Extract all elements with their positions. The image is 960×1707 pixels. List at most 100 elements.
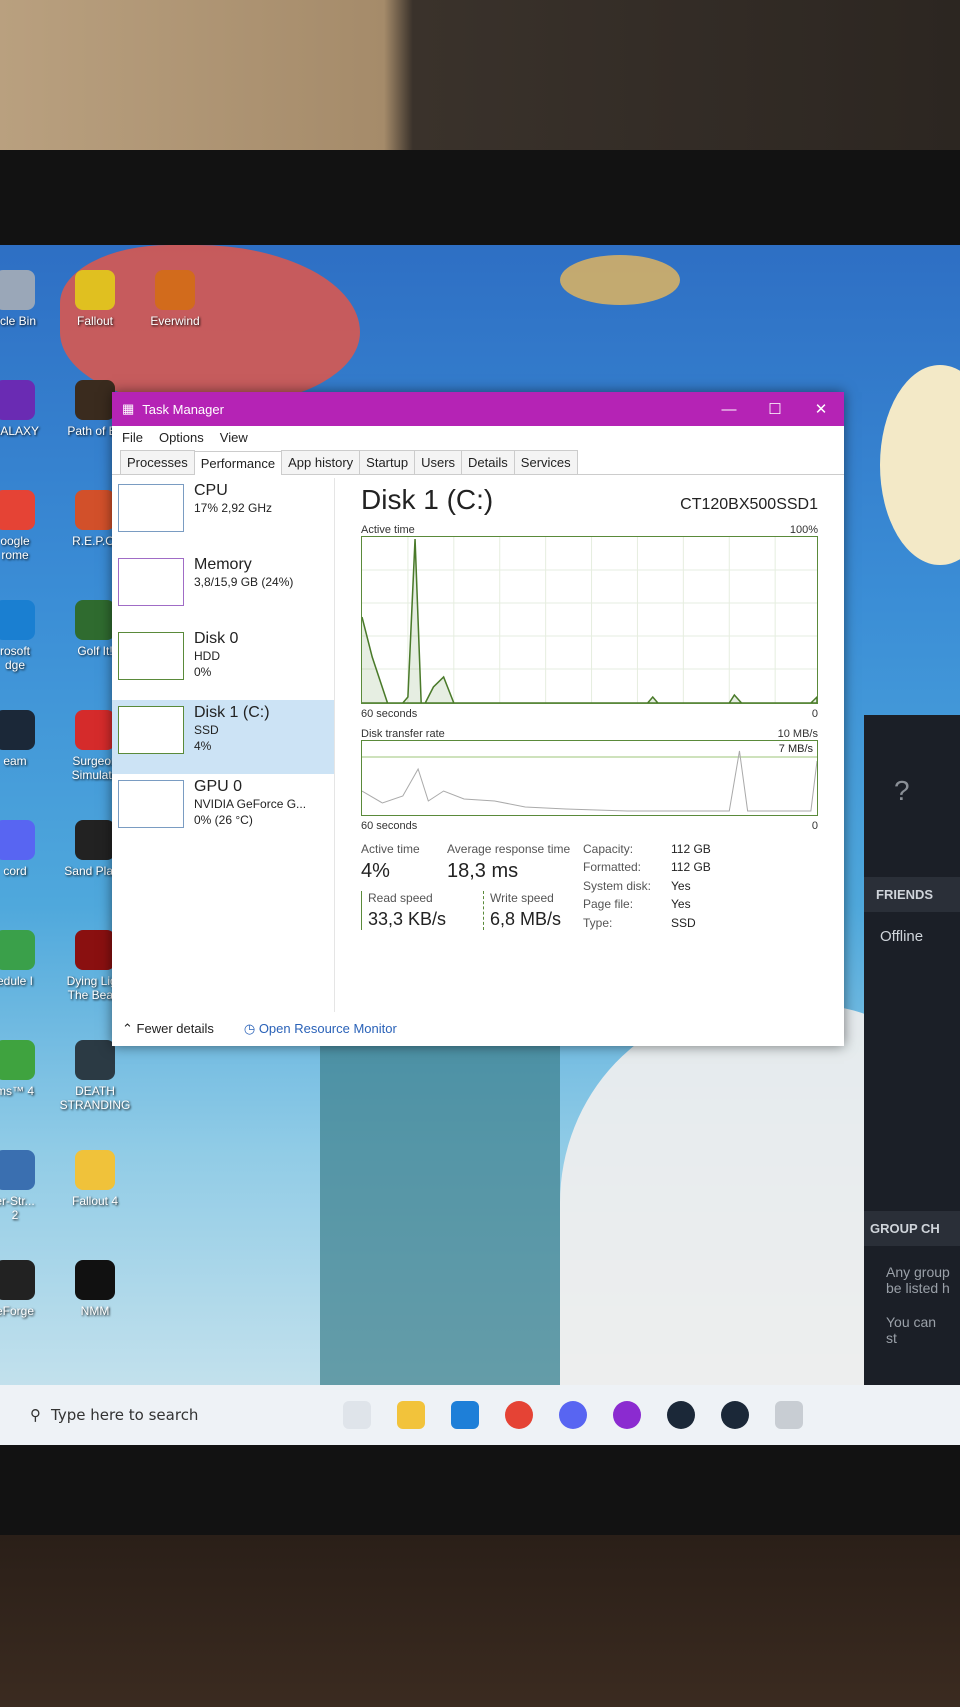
tab-bar: Processes Performance App history Startu… [112, 450, 844, 475]
group-chats-text: Any group be listed h [886, 1264, 950, 1296]
app-icon [75, 490, 115, 530]
search-input[interactable]: Type here to search [51, 1406, 198, 1424]
minimize-button[interactable]: — [706, 401, 752, 418]
resource-gpu-0[interactable]: GPU 0 NVIDIA GeForce G... 0% (26 °C) [112, 774, 334, 848]
close-button[interactable]: ✕ [798, 400, 844, 418]
tab-app-history[interactable]: App history [281, 450, 361, 474]
file-explorer-icon[interactable] [397, 1401, 425, 1429]
disk-properties: Capacity: 112 GB Formatted: 112 GB System … [583, 842, 731, 930]
friends-status[interactable]: Offline [864, 912, 960, 961]
desktop-icon[interactable]: Everwind [130, 270, 220, 328]
app-icon [0, 710, 35, 750]
disk-stats: Active time 4% Read speed 33,3 KB/s Aver… [361, 842, 818, 930]
tab-services[interactable]: Services [513, 450, 578, 474]
maximize-button[interactable]: ☐ [752, 400, 798, 418]
desktop-icon[interactable]: Fallout [50, 270, 140, 328]
graph-max: 10 MB/s [777, 728, 818, 740]
prop-value: 112 GB [671, 860, 711, 875]
prop-key: Capacity: [583, 842, 634, 856]
prop-value: Yes [671, 878, 691, 893]
discord-icon[interactable] [559, 1401, 587, 1429]
app-icon [75, 710, 115, 750]
chrome-icon[interactable] [505, 1401, 533, 1429]
active-time-value: 4% [361, 860, 390, 882]
write-speed-value: 6,8 MB/s [490, 909, 562, 929]
resource-cpu[interactable]: CPU 17% 2,92 GHz [112, 478, 334, 552]
desktop-icon[interactable]: DEATH STRANDING [50, 1040, 140, 1112]
desktop-icon-label: NMM [80, 1304, 110, 1318]
resource-name: Memory [194, 556, 252, 573]
room-background-bottom [0, 1535, 960, 1707]
active-time-label: Active time [361, 842, 420, 856]
prop-value: Yes [671, 897, 691, 912]
desktop-icon-label: DEATH STRANDING [59, 1084, 131, 1112]
app-icon [75, 930, 115, 970]
menu-view[interactable]: View [220, 430, 248, 445]
resource-thumbnail-graph [118, 484, 184, 532]
desktop-icon-label: Fallout 4 [71, 1194, 119, 1208]
graph-label: Active time [361, 524, 415, 536]
avg-response-value: 18,3 ms [447, 860, 519, 882]
app-icon [0, 380, 35, 420]
resource-detail: 17% 2,92 GHz [194, 501, 273, 515]
help-icon[interactable]: ? [864, 715, 960, 807]
tab-startup[interactable]: Startup [359, 450, 416, 474]
steam-friends-panel: ? FRIENDS Offline GROUP CH Any group be … [864, 715, 960, 1441]
fewer-details-label: Fewer details [136, 1021, 214, 1036]
steam-icon[interactable] [721, 1401, 749, 1429]
app-icon [155, 270, 195, 310]
resource-list: CPU 17% 2,92 GHz Memory 3,8/15,9 GB (24%… [112, 478, 335, 1012]
app-icon [75, 1260, 115, 1300]
resource-monitor-icon: ◷ [243, 1021, 256, 1036]
resource-name: GPU 0 [194, 778, 243, 795]
open-resource-monitor-link[interactable]: ◷ Open Resource Monitor [244, 1021, 397, 1037]
title-bar[interactable]: ▦ Task Manager — ☐ ✕ [112, 392, 844, 426]
app-icon [0, 820, 35, 860]
steam-icon[interactable] [667, 1401, 695, 1429]
group-chats-header[interactable]: GROUP CH [864, 1211, 960, 1246]
chevron-up-icon: ⌃ [122, 1021, 133, 1036]
desktop-icon-label: Everwind [150, 314, 200, 328]
fewer-details-button[interactable]: ⌃ Fewer details [122, 1021, 214, 1037]
disk-detail-pane: Disk 1 (C:) CT120BX500SSD1 Active time 1… [335, 478, 844, 1012]
menu-file[interactable]: File [122, 430, 143, 445]
task-manager-window: ▦ Task Manager — ☐ ✕ File Options View P… [112, 392, 844, 1046]
task-view-icon[interactable] [343, 1401, 371, 1429]
app-icon [0, 1040, 35, 1080]
resource-thumbnail-graph [118, 558, 184, 606]
prop-key: Page file: [583, 897, 634, 912]
graph-min: 0 [811, 708, 818, 720]
prop-key: System disk: [583, 878, 652, 893]
app-icon [0, 490, 35, 530]
graph-min: 0 [811, 820, 818, 832]
app-icon [75, 600, 115, 640]
graph-inner-label: 7 MB/s [778, 743, 813, 755]
transfer-rate-graph-svg [361, 750, 818, 812]
store-icon[interactable] [451, 1401, 479, 1429]
resource-detail: 3,8/15,9 GB (24%) [194, 575, 294, 589]
app-icon [75, 1150, 115, 1190]
task-manager-icon[interactable] [775, 1401, 803, 1429]
resource-memory[interactable]: Memory 3,8/15,9 GB (24%) [112, 552, 334, 626]
menu-options[interactable]: Options [159, 430, 204, 445]
resource-disk-0[interactable]: Disk 0 HDD 0% [112, 626, 334, 700]
app-icon [0, 930, 35, 970]
tab-details[interactable]: Details [461, 450, 515, 474]
resource-usage: 0% (26 °C) [194, 813, 253, 827]
tab-processes[interactable]: Processes [120, 450, 195, 474]
prop-key: Type: [583, 915, 613, 930]
tab-users[interactable]: Users [414, 450, 463, 474]
prop-value: 112 GB [671, 842, 711, 856]
tab-performance[interactable]: Performance [193, 451, 283, 475]
active-time-graph-svg [361, 537, 818, 704]
menu-bar: File Options View [112, 426, 844, 448]
taskbar-search[interactable]: ⚲ Type here to search [0, 1406, 330, 1424]
resource-disk-1[interactable]: Disk 1 (C:) SSD 4% [112, 700, 334, 774]
gog-galaxy-icon[interactable] [613, 1401, 641, 1429]
desktop-icon[interactable]: Fallout 4 [50, 1150, 140, 1208]
footer: ⌃ Fewer details ◷ Open Resource Monitor [112, 1012, 844, 1046]
desktop-icon[interactable]: NMM [50, 1260, 140, 1318]
search-icon: ⚲ [30, 1406, 41, 1424]
wallpaper-art [320, 1035, 560, 1425]
resource-name: Disk 0 [194, 630, 239, 647]
